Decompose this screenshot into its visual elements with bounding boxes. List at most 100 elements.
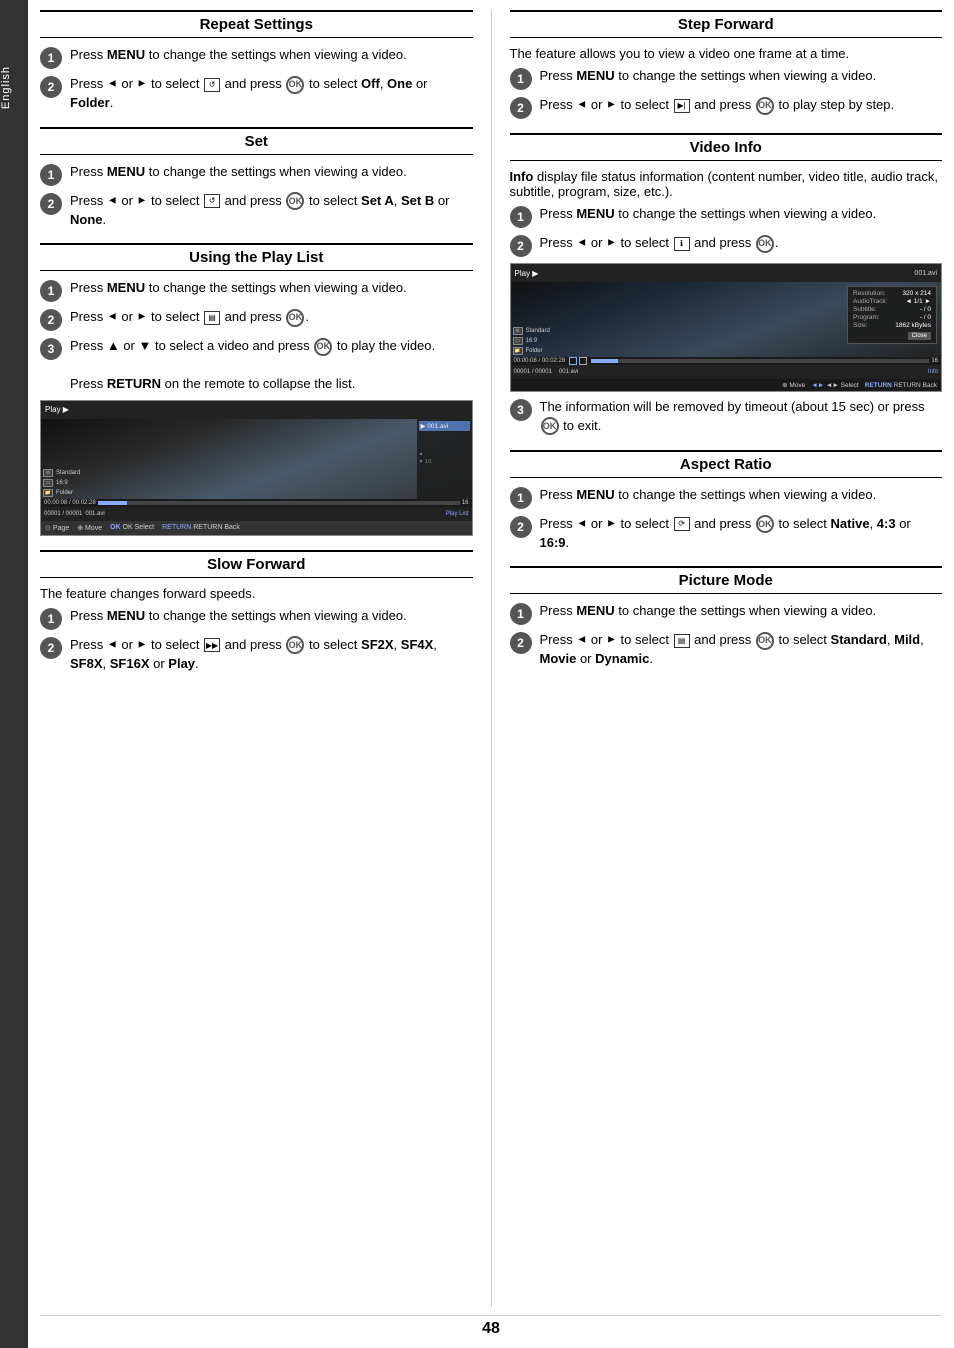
return-nav: RETURN RETURN Back <box>162 524 240 531</box>
vinfo-select-nav: ◄► ◄► Select <box>811 382 858 389</box>
ok-icon-slow: OK <box>286 636 304 654</box>
section-set: Set 1 Press MENU to change the settings … <box>40 127 473 230</box>
section-slow-forward: Slow Forward The feature changes forward… <box>40 550 473 674</box>
vinfo-step-3: 3 The information will be removed by tim… <box>510 398 943 436</box>
vinfo-filename-ctrl: 001.avi <box>559 369 578 375</box>
ok-icon-pl: OK <box>286 309 304 327</box>
set-step-2-text: Press ◄ or ► to select ↺ and press OK to… <box>70 192 473 230</box>
aspect-icon: ⟳ <box>674 517 690 531</box>
section-play-list: Using the Play List 1 Press MENU to chan… <box>40 243 473 536</box>
vinfo-ctrl-icon1 <box>569 357 577 365</box>
ok-icon-step: OK <box>756 97 774 115</box>
repeat-settings-title: Repeat Settings <box>40 10 473 38</box>
vinfo-play-label: Play ▶ <box>515 269 539 278</box>
stepfwd-step-2-text: Press ◄ or ► to select ▶| and press OK t… <box>540 96 943 115</box>
vinfo-standard-icon: ⊙ <box>513 327 523 335</box>
set-step-num-2: 2 <box>40 193 62 215</box>
vinfo-ratio-icon: ▭ <box>513 337 523 345</box>
vinfo-step-2-text: Press ◄ or ► to select ℹ and press OK. <box>540 234 943 253</box>
set-step-1-text: Press MENU to change the settings when v… <box>70 163 473 182</box>
progress-number: 16 <box>462 500 469 506</box>
vinfo-progress-bar <box>591 359 929 363</box>
playlist-step-num-2: 2 <box>40 309 62 331</box>
playlist-icon: ▤ <box>204 311 220 325</box>
vinfo-step-2: 2 Press ◄ or ► to select ℹ and press OK. <box>510 234 943 257</box>
audio-value: ◄ 1/1 ► <box>905 298 931 305</box>
info-panel: Resolution: 320 x 214 AudioTrack: ◄ 1/1 … <box>847 286 937 344</box>
stepfwd-step-2: 2 Press ◄ or ► to select ▶| and press OK… <box>510 96 943 119</box>
two-col-layout: Repeat Settings 1 Press MENU to change t… <box>40 10 942 1307</box>
folder-icon-row: 📁 Folder <box>43 489 80 497</box>
aspect-step-num-1: 1 <box>510 487 532 509</box>
progress-bar <box>98 501 460 505</box>
section-step-forward: Step Forward The feature allows you to v… <box>510 10 943 119</box>
ok-select-nav: OK OK Select <box>110 524 154 531</box>
audio-row: AudioTrack: ◄ 1/1 ► <box>853 298 931 305</box>
vinfo-top-bar: Play ▶ 001.avi <box>511 264 942 282</box>
playlist-step-1: 1 Press MENU to change the settings when… <box>40 279 473 302</box>
playlist-step-2-text: Press ◄ or ► to select ▤ and press OK. <box>70 308 473 327</box>
step-forward-title: Step Forward <box>510 10 943 38</box>
vinfo-controls-row: 00001 / 00001 001.avi Info <box>511 365 942 379</box>
right-column: Step Forward The feature allows you to v… <box>492 10 943 1307</box>
ok-icon-pic1: OK <box>756 632 774 650</box>
subtitle-label: Subtitle: <box>853 306 877 313</box>
playlist-step-2: 2 Press ◄ or ► to select ▤ and press OK. <box>40 308 473 331</box>
repeat-step-2: 2 Press ◄ or ► to select ↺ and press OK … <box>40 75 473 113</box>
screen-nav-bar: ⊙ Page ⊕ Move OK OK Select RETURN RETURN… <box>41 521 472 535</box>
playlist-step-num-3: 3 <box>40 338 62 360</box>
standard-icon-row: ⊙ Standard <box>43 469 80 477</box>
aspect-step-2-text: Press ◄ or ► to select ⟳ and press OK to… <box>540 515 943 553</box>
section-video-info: Video Info Info display file status info… <box>510 133 943 436</box>
vinfo-time-display: 00:00:08 / 00:02:28 <box>514 358 566 364</box>
step-forward-desc: The feature allows you to view a video o… <box>510 46 943 61</box>
stepfwd-step-1: 1 Press MENU to change the settings when… <box>510 67 943 90</box>
sidebar-label: English <box>0 60 12 115</box>
subtitle-row: Subtitle: - / 0 <box>853 306 931 313</box>
vinfo-step-num-1: 1 <box>510 206 532 228</box>
resolution-row: Resolution: 320 x 214 <box>853 290 931 297</box>
vinfo-return-nav: RETURN RETURN Back <box>865 382 937 389</box>
ok-icon-vinfo3: OK <box>541 417 559 435</box>
playlist-step-3: 3 Press ▲ or ▼ to select a video and pre… <box>40 337 473 394</box>
picmode-step-2: 2 Press ◄ or ► to select ▤ and press OK … <box>510 631 943 669</box>
ok-icon: OK <box>286 76 304 94</box>
ratio-icon-row: ▭ 16:9 <box>43 479 80 487</box>
slow-step-num-2: 2 <box>40 637 62 659</box>
vinfo-step-num-3: 3 <box>510 399 532 421</box>
vinfo-left-icons: ⊙ Standard ▭ 16:9 📁 Folder <box>513 327 550 355</box>
slow-step-1: 1 Press MENU to change the settings when… <box>40 607 473 630</box>
page-number: 48 <box>40 1315 942 1338</box>
set-title: Set <box>40 127 473 155</box>
set-icon: ↺ <box>204 194 220 208</box>
size-label: Size: <box>853 322 867 329</box>
controls-row: 00001 / 00001 001.avi Play List <box>41 507 472 521</box>
repeat-step-1-text: Press MENU to change the settings when v… <box>70 46 473 65</box>
stepfwd-step-num-2: 2 <box>510 97 532 119</box>
playlist-step-num-1: 1 <box>40 280 62 302</box>
vinfo-step-1-text: Press MENU to change the settings when v… <box>540 205 943 224</box>
ok-icon-vinfo: OK <box>756 235 774 253</box>
vinfo-info-label: Info <box>581 369 938 375</box>
ratio-mini-icon: ▭ <box>43 479 53 487</box>
screen-left-icons: ⊙ Standard ▭ 16:9 📁 Folder <box>43 469 80 497</box>
file-list-panel: ▶ 001.avi ▲ ▼ 1/1 <box>417 419 472 499</box>
size-value: 1862 kBytes <box>895 322 931 329</box>
step-num-1: 1 <box>40 47 62 69</box>
section-repeat-settings: Repeat Settings 1 Press MENU to change t… <box>40 10 473 113</box>
slow-step-num-1: 1 <box>40 608 62 630</box>
aspect-step-num-2: 2 <box>510 516 532 538</box>
repeat-step-1: 1 Press MENU to change the settings when… <box>40 46 473 69</box>
resolution-value: 320 x 214 <box>902 290 931 297</box>
playlist-step-3-text: Press ▲ or ▼ to select a video and press… <box>70 337 473 394</box>
progress-bar-fill <box>98 501 127 505</box>
vinfo-filename-top: 001.avi <box>914 270 937 277</box>
slow-icon: ▶▶ <box>204 638 220 652</box>
left-column: Repeat Settings 1 Press MENU to change t… <box>40 10 492 1307</box>
slow-step-1-text: Press MENU to change the settings when v… <box>70 607 473 626</box>
slow-step-2-text: Press ◄ or ► to select ▶▶ and press OK t… <box>70 636 473 674</box>
set-step-1: 1 Press MENU to change the settings when… <box>40 163 473 186</box>
step-icon: ▶| <box>674 99 690 113</box>
stepfwd-step-1-text: Press MENU to change the settings when v… <box>540 67 943 86</box>
vinfo-progress-fill <box>591 359 618 363</box>
